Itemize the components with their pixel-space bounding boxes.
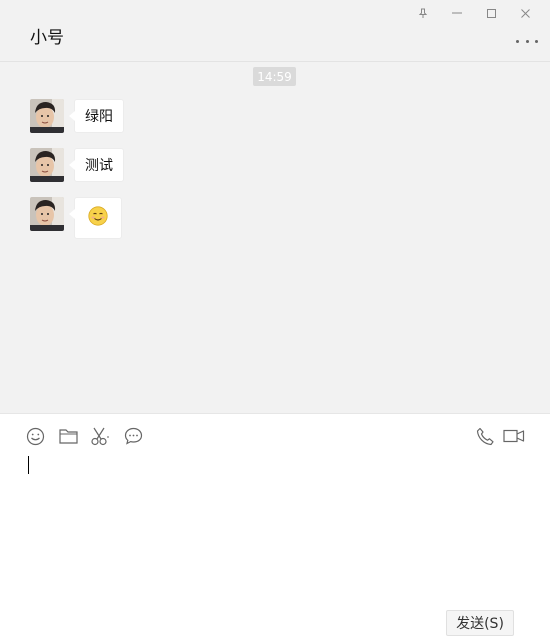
message-text: 测试 (85, 158, 113, 174)
chat-header: 小号 (0, 0, 550, 62)
minimize-icon[interactable] (440, 4, 474, 22)
close-icon[interactable] (508, 4, 542, 22)
input-panel: 发送(S) (0, 413, 550, 640)
chat-bubble-icon[interactable] (123, 426, 143, 446)
message-list[interactable]: 14:59 绿阳 测试 (0, 62, 550, 413)
more-dot (535, 39, 538, 43)
scissors-icon[interactable] (90, 426, 110, 446)
message-bubble[interactable]: 测试 (69, 148, 124, 182)
message-input[interactable] (28, 454, 528, 604)
smile-emoji (88, 206, 108, 230)
phone-icon[interactable] (475, 426, 495, 446)
emoji-icon[interactable] (25, 426, 45, 446)
more-dot (516, 39, 519, 43)
pin-icon[interactable] (406, 4, 440, 22)
avatar[interactable] (30, 99, 64, 133)
chat-title: 小号 (30, 28, 64, 48)
more-icon[interactable] (516, 34, 538, 48)
avatar[interactable] (30, 197, 64, 231)
chat-window: 小号 14:59 绿阳 测试 发送(S) (0, 0, 550, 640)
more-dot (525, 39, 529, 43)
message-bubble[interactable] (69, 197, 122, 239)
message-item: 绿阳 (30, 99, 124, 133)
message-bubble[interactable]: 绿阳 (69, 99, 124, 133)
folder-icon[interactable] (58, 426, 78, 446)
window-controls (406, 4, 542, 22)
message-timestamp: 14:59 (253, 67, 296, 86)
maximize-icon[interactable] (474, 4, 508, 22)
avatar[interactable] (30, 148, 64, 182)
video-call-icon[interactable] (503, 426, 525, 446)
message-item (30, 197, 122, 239)
send-button[interactable]: 发送(S) (446, 610, 514, 636)
message-text: 绿阳 (85, 109, 113, 125)
message-item: 测试 (30, 148, 124, 182)
